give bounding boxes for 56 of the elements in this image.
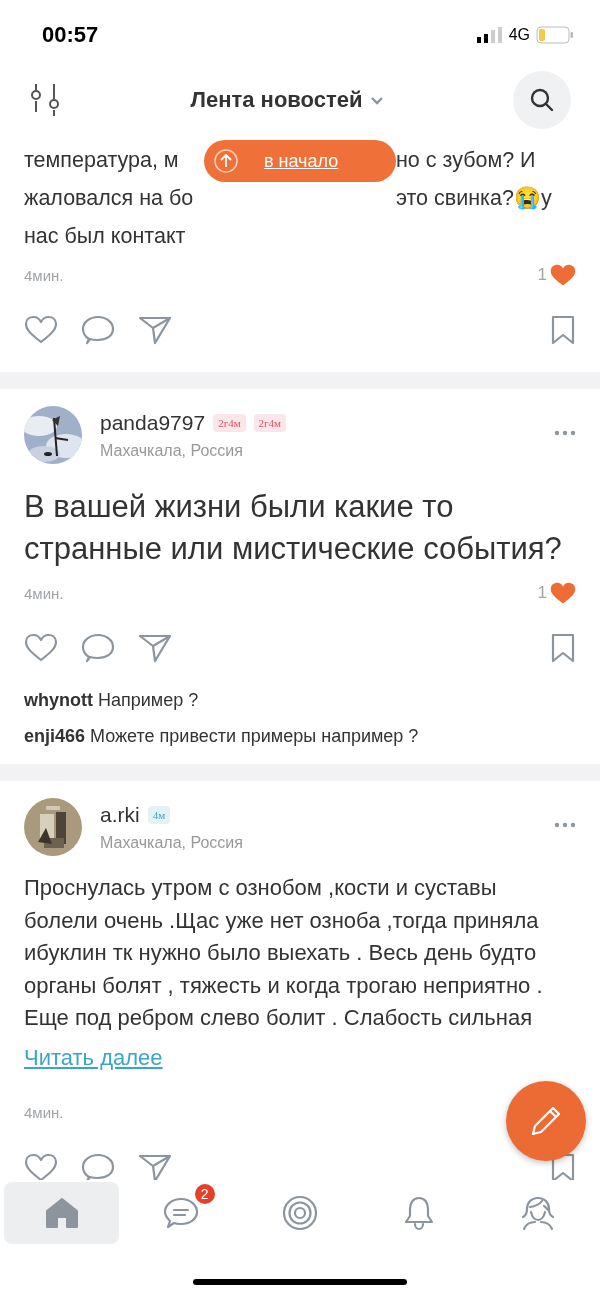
comment-author[interactable]: whynott	[24, 690, 93, 710]
home-icon	[44, 1197, 79, 1229]
username[interactable]: panda9797	[100, 410, 206, 435]
comment-icon[interactable]	[81, 633, 115, 663]
comment-text: Можете привести примеры например ?	[90, 726, 419, 746]
unread-badge: 2	[194, 1184, 215, 1204]
send-icon[interactable]	[138, 315, 172, 345]
profile-icon	[520, 1195, 557, 1231]
heart-icon	[550, 581, 576, 605]
username[interactable]: a.rki	[100, 802, 140, 827]
comment-text: Например ?	[98, 690, 199, 710]
post-text-fragment: но с зубом? И	[396, 147, 537, 174]
post-time: 4мин.	[24, 584, 64, 602]
tab-button[interactable]: 2	[123, 1182, 239, 1244]
network-label: 4G	[508, 26, 530, 44]
search-icon	[530, 88, 554, 112]
bell-icon	[403, 1195, 436, 1231]
post-text-fragment: нас был контакт	[24, 223, 187, 250]
tenure-badge: 2г4м	[213, 413, 246, 432]
like-count: 1	[537, 583, 547, 603]
arrow-up-icon	[214, 149, 238, 173]
comment-icon[interactable]	[81, 315, 115, 345]
post-text: В вашей жизни были какие то странные или мистические события?	[24, 488, 563, 568]
chevron-down-icon	[370, 95, 385, 105]
like-count: 1	[537, 265, 547, 285]
tab-button[interactable]	[4, 1182, 120, 1244]
more-icon[interactable]	[554, 822, 576, 828]
bookmark-icon[interactable]	[550, 315, 576, 345]
heart-icon[interactable]	[24, 315, 58, 345]
comment-author[interactable]: enji466	[24, 726, 86, 746]
post-time: 4мин.	[24, 266, 64, 284]
post-text-fragment: жаловался на бо	[24, 185, 195, 212]
post-text: Проснулась утром с ознобом ,кости и суставы болели очень .Щас уже нет озноба ,тогда приняла ибуклин тк нужно было выехать . Весь день будто органы болят , тяжесть и когда трогаю неприятно . Еще под ребром слево болит . Слабость сильная	[24, 874, 544, 1032]
chat-icon	[162, 1196, 199, 1230]
filter-icon[interactable]	[30, 84, 62, 116]
location-text: Махачкала, Россия	[100, 833, 244, 852]
post-text-fragment: температура, м	[24, 147, 180, 174]
target-icon	[282, 1195, 318, 1231]
comment-icon[interactable]	[81, 1152, 115, 1180]
signal-icon	[476, 27, 503, 43]
heart-icon[interactable]	[24, 1152, 58, 1180]
location-text: Махачкала, Россия	[100, 441, 244, 460]
heart-icon	[550, 263, 576, 287]
heart-icon[interactable]	[24, 633, 58, 663]
battery-icon	[536, 26, 574, 44]
send-icon[interactable]	[138, 633, 172, 663]
feed-selector[interactable]: Лента новостей	[190, 87, 385, 113]
pencil-icon	[529, 1104, 563, 1138]
send-icon[interactable]	[138, 1152, 172, 1180]
more-icon[interactable]	[554, 430, 576, 436]
clock-time: 00:57	[42, 22, 100, 48]
tenure-badge: 2г4м	[253, 413, 287, 432]
bookmark-icon[interactable]	[550, 633, 576, 663]
tenure-badge: 4м	[147, 805, 171, 824]
post-text-fragment: это свинка?😭у	[396, 185, 553, 212]
post-time: 4мин.	[24, 1104, 64, 1121]
